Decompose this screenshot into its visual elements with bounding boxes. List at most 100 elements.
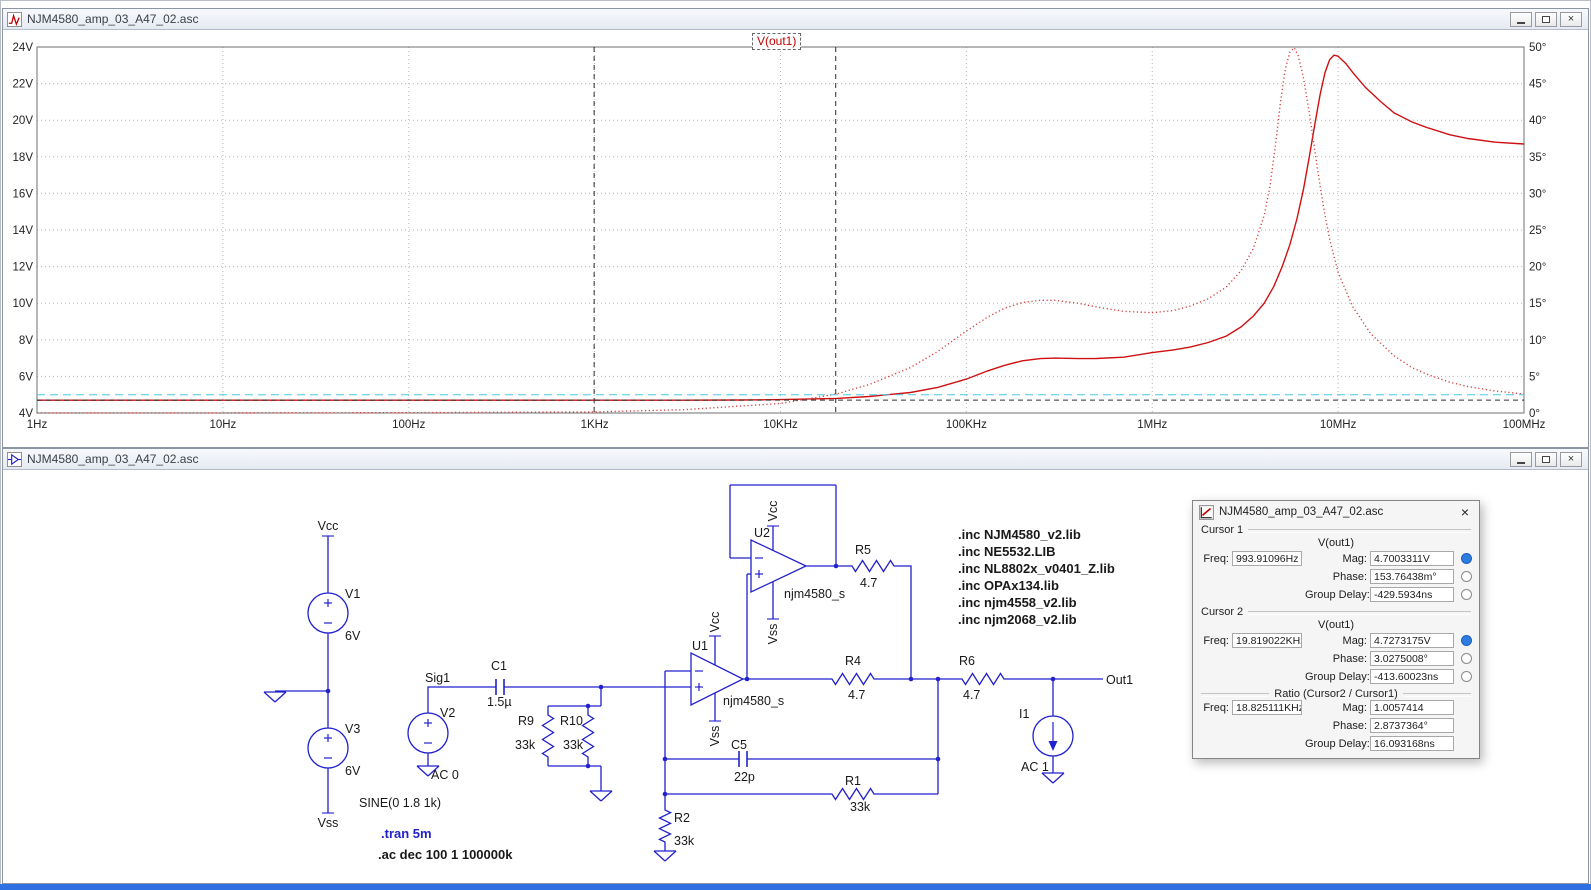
junction-dot	[599, 685, 604, 690]
cursor1-groupdelay-row: Group Delay: -429.5934ns	[1193, 587, 1479, 602]
label-r4_val: 4.7	[848, 688, 865, 702]
trace-label-vout1[interactable]: V(out1)	[752, 33, 801, 50]
phase-label: Phase:	[1305, 653, 1367, 665]
cursor2-mag-radio[interactable]	[1461, 635, 1472, 646]
label-ac: .ac dec 100 1 100000k	[378, 847, 513, 862]
cursor1-mag-value: 4.7003311V	[1370, 551, 1454, 566]
schematic-window-title: NJM4580_amp_03_A47_02.asc	[27, 452, 198, 466]
resistor-R2[interactable]	[660, 801, 671, 851]
resistor-R9[interactable]	[543, 706, 554, 766]
label-inc1: .inc NJM4580_v2.lib	[958, 527, 1081, 542]
app-bottom-bar	[0, 884, 1591, 890]
cursor2-phase-value: 3.0275008°	[1370, 651, 1454, 666]
resistor-R10[interactable]	[583, 706, 594, 766]
opamp-U2[interactable]	[751, 540, 806, 592]
label-u1: U1	[692, 639, 708, 653]
current-source-I1[interactable]	[1033, 716, 1073, 756]
ground-symbol[interactable]	[264, 692, 286, 702]
restore-button[interactable]	[1535, 12, 1557, 27]
ground-symbol[interactable]	[590, 791, 612, 801]
label-v2: V2	[440, 706, 455, 720]
ground-symbol[interactable]	[654, 851, 676, 861]
y-right-tick-label: 15°	[1529, 298, 1546, 310]
cursor1-groupdelay-value: -429.5934ns	[1370, 587, 1454, 602]
x-tick-label: 10Hz	[209, 419, 236, 431]
cursor2-phase-row: Phase: 3.0275008°	[1193, 651, 1479, 666]
resistor-R5[interactable]	[843, 561, 903, 572]
resistor-R4[interactable]	[823, 674, 883, 685]
label-sine: SINE(0 1.8 1k)	[359, 796, 441, 810]
freq-label: Freq:	[1199, 553, 1229, 565]
capacitor-C5[interactable]	[739, 751, 747, 767]
ground-symbol[interactable]	[1042, 773, 1064, 783]
y-right-tick-label: 30°	[1529, 188, 1546, 200]
minimize-button[interactable]	[1510, 12, 1532, 27]
cursor1-phase-value: 153.76438m°	[1370, 569, 1454, 584]
cursor1-mag-radio[interactable]	[1461, 553, 1472, 564]
restore-icon	[1542, 456, 1550, 463]
label-r6: R6	[959, 654, 975, 668]
y-left-tick-label: 8V	[19, 335, 33, 347]
schematic-window-titlebar[interactable]: NJM4580_amp_03_A47_02.asc ×	[3, 449, 1588, 470]
cursor2-groupdelay-radio[interactable]	[1461, 671, 1472, 682]
y-left-tick-label: 16V	[13, 188, 34, 200]
plot-window-title: NJM4580_amp_03_A47_02.asc	[27, 12, 198, 26]
resistor-R1[interactable]	[823, 789, 883, 800]
trace-phase[interactable]	[37, 48, 1524, 413]
label-r1: R1	[845, 774, 861, 788]
label-vcc_u1: Vcc	[708, 612, 722, 633]
label-ac0: AC 0	[431, 768, 459, 782]
schematic-canvas[interactable]: VccV16VV36VVssV2AC 0SINE(0 1.8 1k)Sig1C1…	[3, 470, 1588, 883]
resistor-R6[interactable]	[953, 674, 1013, 685]
x-tick-label: 1Hz	[27, 419, 48, 431]
cursor-dialog-close-button[interactable]: ×	[1457, 504, 1473, 520]
cursor2-phase-radio[interactable]	[1461, 653, 1472, 664]
cursor-dialog-titlebar[interactable]: NJM4580_amp_03_A47_02.asc ×	[1193, 501, 1479, 523]
plot-canvas[interactable]: 24V22V20V18V16V14V12V10V8V6V4V50°45°40°3…	[3, 30, 1588, 447]
label-sig1: Sig1	[425, 671, 450, 685]
freq-label: Freq:	[1199, 702, 1229, 714]
voltage-source-V1[interactable]	[308, 593, 348, 633]
junction-dot	[326, 689, 331, 694]
mag-label: Mag:	[1305, 702, 1367, 714]
mag-label: Mag:	[1305, 553, 1367, 565]
junction-dot	[663, 757, 668, 762]
mag-label: Mag:	[1305, 635, 1367, 647]
label-vcc_v1: Vcc	[318, 519, 339, 533]
label-u2_model: njm4580_s	[784, 587, 845, 601]
close-button[interactable]: ×	[1560, 452, 1582, 467]
restore-button[interactable]	[1535, 452, 1557, 467]
cursor1-phase-radio[interactable]	[1461, 571, 1472, 582]
label-c1: C1	[491, 659, 507, 673]
cursor1-groupdelay-radio[interactable]	[1461, 589, 1472, 600]
cursor1-section-header: Cursor 1	[1193, 523, 1479, 536]
y-right-tick-label: 20°	[1529, 262, 1546, 274]
waveform-plot[interactable]: 24V22V20V18V16V14V12V10V8V6V4V50°45°40°3…	[3, 30, 1588, 447]
y-right-tick-label: 5°	[1529, 371, 1540, 383]
y-left-tick-label: 10V	[13, 298, 34, 310]
minimize-button[interactable]	[1510, 452, 1532, 467]
capacitor-C1[interactable]	[496, 679, 504, 695]
label-r4: R4	[845, 654, 861, 668]
junction-dot	[663, 792, 668, 797]
cursor-dialog-title: NJM4580_amp_03_A47_02.asc	[1219, 506, 1383, 518]
y-left-tick-label: 22V	[13, 79, 34, 91]
cursor-readout-dialog[interactable]: NJM4580_amp_03_A47_02.asc × Cursor 1 V(o…	[1192, 500, 1480, 759]
close-button[interactable]: ×	[1560, 12, 1582, 27]
plot-window-titlebar[interactable]: NJM4580_amp_03_A47_02.asc ×	[3, 9, 1588, 30]
cursor1-signal-name: V(out1)	[1193, 536, 1479, 551]
label-r2: R2	[674, 811, 690, 825]
voltage-source-V3[interactable]	[308, 728, 348, 768]
restore-icon	[1542, 16, 1550, 23]
ratio-freq-mag-row: Freq: 18.825111KHz Mag: 1.0057414	[1193, 700, 1479, 715]
schematic-window-controls: ×	[1510, 452, 1584, 467]
x-tick-label: 1KHz	[581, 419, 609, 431]
junction-dot	[745, 677, 750, 682]
cursor2-section-header: Cursor 2	[1193, 605, 1479, 618]
cursor2-signal-name: V(out1)	[1193, 618, 1479, 633]
label-out1: Out1	[1106, 673, 1133, 687]
cursor1-phase-row: Phase: 153.76438m°	[1193, 569, 1479, 584]
cursor-window-icon	[1199, 505, 1214, 520]
x-tick-label: 10MHz	[1320, 419, 1357, 431]
label-i1: I1	[1019, 707, 1029, 721]
